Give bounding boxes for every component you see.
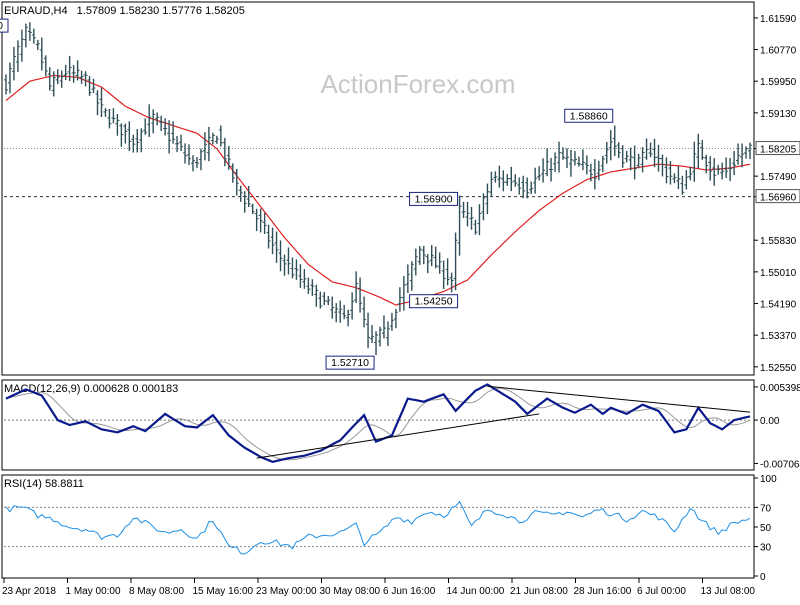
x-tick-label: 15 May 16:00 — [193, 586, 254, 597]
x-tick-label: 30 May 08:00 — [320, 586, 381, 597]
x-tick-label: 8 May 08:00 — [129, 586, 184, 597]
rsi-panel-frame — [1, 474, 755, 579]
price-tick-label: 1.60770 — [760, 46, 797, 57]
price-tick-label: 1.59950 — [760, 77, 797, 88]
macd-tick-label: -0.007064 — [760, 459, 800, 470]
price-panel-frame — [1, 1, 755, 376]
price-annotation: 1.56900 — [409, 191, 459, 206]
rsi-tick-label: 30 — [760, 543, 772, 554]
price-tick-label: 1.53370 — [760, 331, 797, 342]
rsi-tick-label: 0 — [760, 572, 766, 583]
watermark: ActionForex.com — [320, 69, 515, 99]
rsi-tick-label: 100 — [760, 474, 777, 485]
price-annotation: 1.61390 — [0, 18, 9, 33]
x-tick-label: 13 Jul 08:00 — [701, 586, 756, 597]
price-tick-label: 1.52550 — [760, 363, 797, 374]
x-tick-label: 23 May 00:00 — [256, 586, 317, 597]
price-annotation: 1.54250 — [409, 294, 459, 309]
x-tick-label: 28 Jun 16:00 — [574, 586, 632, 597]
macd-tick-label: 0.005398 — [760, 383, 800, 394]
price-annotation: 1.52710 — [325, 355, 375, 370]
rsi-header: RSI(14) 58.8811 — [4, 478, 84, 490]
price-annotation: 1.58860 — [564, 108, 614, 123]
price-tick-label: 1.57490 — [760, 172, 797, 183]
x-tick-label: 14 Jun 00:00 — [447, 586, 505, 597]
price-tick-label: 1.58205 — [760, 145, 797, 156]
annotation-label: 1.61390 — [0, 20, 3, 32]
x-tick-label: 23 Apr 2018 — [2, 586, 56, 597]
x-tick-label: 21 Jun 08:00 — [510, 586, 568, 597]
ohlc-values: 1.57809 1.58230 1.57776 1.58205 — [77, 5, 245, 17]
x-tick-label: 6 Jul 00:00 — [637, 586, 686, 597]
price-tick-label: 1.56960 — [760, 193, 797, 204]
annotation-label: 1.56900 — [415, 193, 453, 205]
annotation-label: 1.58860 — [570, 110, 608, 122]
rsi-tick-label: 70 — [760, 503, 772, 514]
price-tick-label: 1.59130 — [760, 109, 797, 120]
price-tick-label: 1.55830 — [760, 236, 797, 247]
price-tick-label: 1.54190 — [760, 300, 797, 311]
annotation-label: 1.54250 — [415, 296, 453, 308]
rsi-tick-label: 50 — [760, 523, 772, 534]
macd-tick-label: 0.00 — [760, 416, 780, 427]
forex-chart: ActionForex.com EURAUD,H4 1.57809 1.5823… — [0, 0, 800, 600]
x-tick-label: 1 May 00:00 — [66, 586, 121, 597]
chart-canvas: ActionForex.com EURAUD,H4 1.57809 1.5823… — [0, 1, 800, 597]
price-header: EURAUD,H4 1.57809 1.58230 1.57776 1.5820… — [4, 5, 245, 17]
annotation-label: 1.52710 — [331, 357, 369, 369]
symbol-timeframe: EURAUD,H4 — [4, 5, 68, 17]
x-tick-label: 6 Jun 16:00 — [383, 586, 436, 597]
price-tick-label: 1.61590 — [760, 14, 797, 25]
price-tick-label: 1.55010 — [760, 268, 797, 279]
